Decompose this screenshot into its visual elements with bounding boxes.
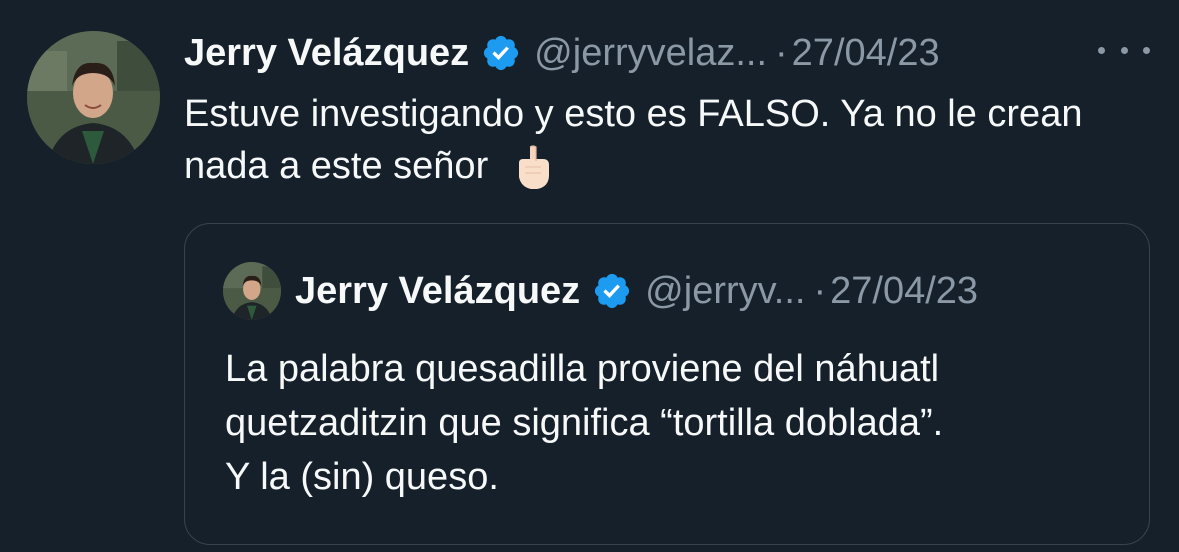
tweet-date[interactable]: 27/04/23 bbox=[792, 32, 940, 75]
quoted-tweet-text: La palabra quesadilla proviene del náhua… bbox=[225, 342, 1125, 504]
verified-badge-icon[interactable] bbox=[481, 33, 521, 73]
quoted-separator-dot: · bbox=[813, 269, 827, 312]
quoted-author-avatar-image bbox=[223, 262, 281, 320]
quoted-author-avatar[interactable] bbox=[223, 262, 281, 320]
author-avatar[interactable] bbox=[27, 31, 160, 164]
quoted-tweet-header: Jerry Velázquez @jerryv... · 27/04/23 bbox=[295, 266, 978, 316]
tweet-card[interactable]: Jerry Velázquez @jerryvelaz... · 27/04/2… bbox=[0, 0, 1179, 552]
separator-dot: · bbox=[775, 31, 788, 74]
quoted-tweet-date[interactable]: 27/04/23 bbox=[830, 270, 978, 313]
more-options-icon[interactable] bbox=[1098, 30, 1150, 70]
quoted-author-handle[interactable]: @jerryv... bbox=[645, 270, 805, 313]
quoted-author-name[interactable]: Jerry Velázquez bbox=[295, 270, 580, 313]
pointing-down-hand-icon bbox=[518, 145, 549, 189]
quoted-text-line: quetzaditzin que significa “tortilla dob… bbox=[225, 402, 944, 444]
quoted-verified-badge-icon[interactable] bbox=[592, 271, 632, 311]
quoted-text-line: La palabra quesadilla proviene del náhua… bbox=[225, 348, 940, 390]
more-dot bbox=[1143, 46, 1150, 54]
author-name[interactable]: Jerry Velázquez bbox=[184, 32, 469, 75]
author-avatar-image bbox=[27, 31, 160, 164]
quoted-tweet[interactable]: Jerry Velázquez @jerryv... · 27/04/23 La… bbox=[184, 223, 1150, 545]
tweet-text: Estuve investigando y esto es FALSO. Ya … bbox=[184, 93, 1083, 187]
more-dot bbox=[1120, 46, 1128, 54]
tweet-header: Jerry Velázquez @jerryvelaz... · 27/04/2… bbox=[184, 28, 940, 78]
quoted-text-line: Y la (sin) queso. bbox=[225, 456, 499, 498]
tweet-text-container: Estuve investigando y esto es FALSO. Ya … bbox=[184, 88, 1144, 192]
more-dot bbox=[1098, 46, 1105, 54]
author-handle[interactable]: @jerryvelaz... bbox=[534, 32, 767, 75]
